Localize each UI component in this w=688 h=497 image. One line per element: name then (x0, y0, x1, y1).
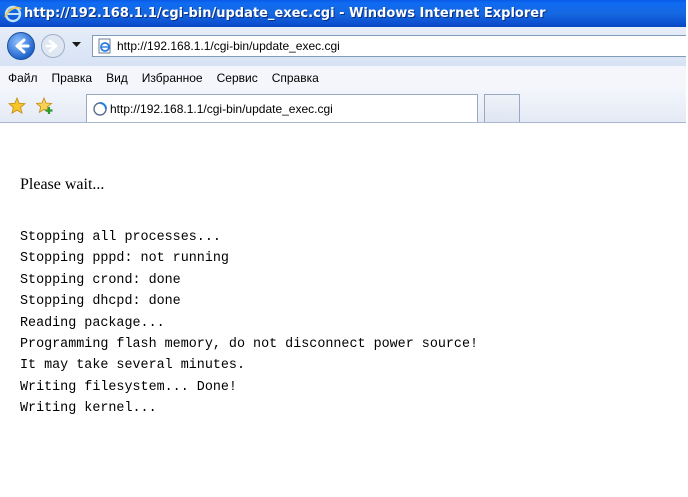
loading-page-icon (92, 101, 108, 117)
log-line: Programming flash memory, do not disconn… (20, 337, 479, 353)
log-line: Stopping dhcpd: done (20, 294, 181, 310)
log-line: Stopping all processes... (20, 230, 221, 245)
page-icon (97, 38, 113, 54)
navigation-bar: http://192.168.1.1/cgi-bin/update_exec.c… (0, 27, 688, 67)
chevron-down-icon (71, 42, 81, 47)
address-bar[interactable]: http://192.168.1.1/cgi-bin/update_exec.c… (92, 35, 688, 57)
recent-pages-dropdown[interactable] (70, 37, 82, 53)
menu-help[interactable]: Справка (265, 71, 326, 85)
new-tab-button[interactable] (484, 94, 520, 122)
title-bar[interactable]: http://192.168.1.1/cgi-bin/update_exec.c… (0, 0, 688, 27)
log-line: Writing kernel... (20, 401, 157, 417)
internet-explorer-icon (4, 5, 22, 23)
add-to-favorites-icon[interactable] (35, 96, 54, 115)
log-line: Writing filesystem... Done! (20, 379, 237, 395)
log-line: Stopping pppd: not running (20, 251, 229, 267)
menu-tools[interactable]: Сервис (210, 71, 265, 85)
favorites-star-icon[interactable] (7, 96, 27, 115)
menu-file[interactable]: Файл (0, 71, 45, 85)
menu-favorites[interactable]: Избранное (135, 71, 210, 85)
menu-view[interactable]: Вид (99, 71, 135, 85)
back-button[interactable] (6, 31, 36, 61)
log-line: Stopping crond: done (20, 272, 181, 288)
address-url: http://192.168.1.1/cgi-bin/update_exec.c… (117, 39, 340, 53)
page-heading: Please wait... (20, 176, 105, 193)
tab-current-page[interactable]: http://192.168.1.1/cgi-bin/update_exec.c… (86, 94, 478, 122)
tab-title: http://192.168.1.1/cgi-bin/update_exec.c… (110, 101, 333, 116)
forward-button[interactable] (40, 33, 66, 59)
menu-bar: Файл Правка Вид Избранное Сервис Справка (0, 66, 688, 91)
log-line: It may take several minutes. (20, 358, 245, 374)
log-line: Reading package... (20, 315, 165, 331)
window-title: http://192.168.1.1/cgi-bin/update_exec.c… (24, 6, 546, 21)
update-log: Stopping all processes... Stopping pppd:… (20, 227, 478, 420)
tab-bar: http://192.168.1.1/cgi-bin/update_exec.c… (0, 90, 688, 123)
menu-edit[interactable]: Правка (45, 71, 100, 85)
